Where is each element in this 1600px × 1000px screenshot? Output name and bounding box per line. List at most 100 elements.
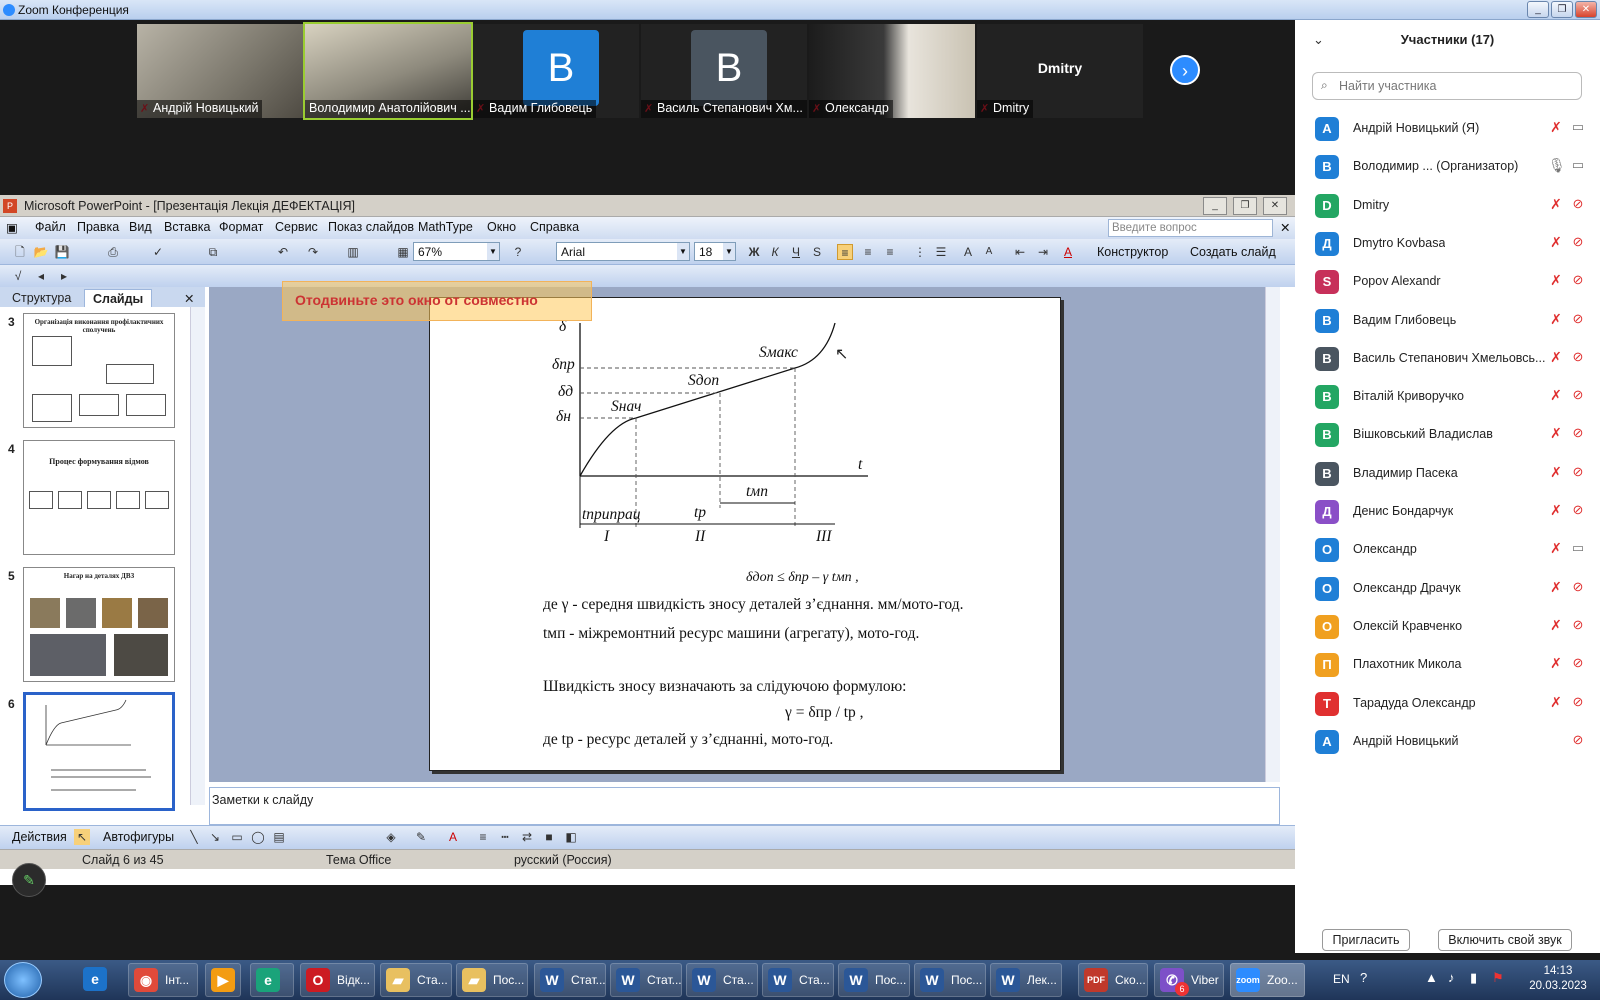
- actions-menu[interactable]: Действия: [12, 830, 67, 844]
- new-slide-button[interactable]: Создать слайд: [1190, 245, 1276, 259]
- system-clock[interactable]: 14:13 20.03.2023: [1518, 964, 1598, 994]
- menu-view[interactable]: Вид: [129, 220, 152, 234]
- mic-muted-icon[interactable]: ✗: [1548, 502, 1564, 520]
- camera-off-icon[interactable]: ⊘: [1569, 425, 1587, 443]
- menu-slideshow[interactable]: Показ слайдов: [328, 220, 414, 234]
- bold-button[interactable]: Ж: [746, 244, 762, 260]
- taskbar-item-word-7[interactable]: W Лек...: [990, 963, 1062, 997]
- zoom-select[interactable]: 67% ▼: [413, 242, 500, 261]
- participant-row[interactable]: Д Dmytro Kovbasa ✗ ⊘: [1295, 225, 1600, 263]
- mathtype-icon[interactable]: √: [10, 268, 26, 284]
- camera-off-icon[interactable]: ⊘: [1569, 349, 1587, 367]
- taskbar-item-word-6[interactable]: W Пос...: [914, 963, 986, 997]
- taskbar-item-word-1[interactable]: W Стат...: [534, 963, 606, 997]
- 3d-icon[interactable]: ◧: [563, 829, 579, 845]
- italic-button[interactable]: К: [767, 244, 783, 260]
- participant-row[interactable]: B Василь Степанович Хмельовсь... ✗ ⊘: [1295, 340, 1600, 378]
- undo-icon[interactable]: ↶: [275, 244, 291, 260]
- mic-muted-icon[interactable]: ✗: [1548, 311, 1564, 329]
- shadow-button[interactable]: S: [809, 244, 825, 260]
- line-style-icon[interactable]: ≡: [475, 829, 491, 845]
- camera-off-icon[interactable]: ⊘: [1569, 387, 1587, 405]
- participant-row[interactable]: A Андрій Новицький ⊘: [1295, 723, 1600, 761]
- language-indicator[interactable]: EN: [1333, 972, 1350, 986]
- bullets-button[interactable]: ☰: [933, 244, 949, 260]
- taskbar-item-pdf[interactable]: PDF Ско...: [1078, 963, 1148, 997]
- taskbar-item-folder-2[interactable]: ▰ Пос...: [456, 963, 528, 997]
- increase-font-button[interactable]: A: [960, 244, 976, 260]
- participant-row[interactable]: T Тарадуда Олександр ✗ ⊘: [1295, 685, 1600, 723]
- close-pane-icon[interactable]: ✕: [176, 289, 202, 307]
- mic-muted-icon[interactable]: ✗: [1548, 272, 1564, 290]
- tab-outline[interactable]: Структура: [4, 289, 79, 307]
- save-icon[interactable]: 💾: [54, 244, 70, 260]
- participant-row[interactable]: O Олексій Кравченко ✗ ⊘: [1295, 608, 1600, 646]
- slide-thumbnail-5[interactable]: Нагар на деталях ДВЗ: [23, 567, 175, 682]
- thumbs-scrollbar[interactable]: [190, 307, 205, 805]
- participant-search-input[interactable]: ⌕ Найти участника: [1312, 72, 1582, 100]
- spelling-icon[interactable]: ✓: [150, 244, 166, 260]
- mic-muted-icon[interactable]: ✗: [1548, 655, 1564, 673]
- video-tile-vadym[interactable]: B ✗ Вадим Глибовець: [473, 24, 639, 118]
- print-icon[interactable]: ⎙: [105, 244, 121, 260]
- redo-icon[interactable]: ↷: [305, 244, 321, 260]
- mic-muted-icon[interactable]: ✗: [1548, 425, 1564, 443]
- font-color-button[interactable]: A: [1060, 244, 1076, 260]
- help-icon[interactable]: ?: [1360, 970, 1367, 985]
- menu-file[interactable]: Файл: [35, 220, 66, 234]
- textbox-icon[interactable]: ▤: [271, 829, 287, 845]
- participant-row[interactable]: B Володимир ... (Организатор) 🎙 ▭: [1295, 148, 1600, 186]
- grid-icon[interactable]: ▦: [395, 244, 411, 260]
- taskbar-item-word-5[interactable]: W Пос...: [838, 963, 910, 997]
- align-right-button[interactable]: ≡: [882, 244, 898, 260]
- unmute-button[interactable]: Включить свой звук: [1438, 929, 1572, 951]
- taskbar-item-word-3[interactable]: W Ста...: [686, 963, 758, 997]
- designer-button[interactable]: Конструктор: [1097, 245, 1168, 259]
- tray-arrow-icon[interactable]: ▲: [1425, 970, 1438, 985]
- mic-muted-icon[interactable]: ✗: [1548, 349, 1564, 367]
- chart-icon[interactable]: ▥: [345, 244, 361, 260]
- arrow-style-icon[interactable]: ⇄: [519, 829, 535, 845]
- mic-icon[interactable]: 🎙: [1548, 157, 1566, 175]
- close-button[interactable]: ✕: [1575, 1, 1597, 18]
- menu-help[interactable]: Справка: [530, 220, 579, 234]
- shadow-icon[interactable]: ■: [541, 829, 557, 845]
- slide-thumbnail-6[interactable]: [23, 692, 175, 811]
- slide-scrollbar[interactable]: [1265, 287, 1280, 782]
- taskbar-item-edge[interactable]: e: [250, 963, 294, 997]
- participant-row[interactable]: B Вішковський Владислав ✗ ⊘: [1295, 416, 1600, 454]
- taskbar-item-media[interactable]: ▶: [205, 963, 241, 997]
- invite-button[interactable]: Пригласить: [1322, 929, 1410, 951]
- decrease-font-button[interactable]: A: [981, 244, 997, 260]
- participant-row[interactable]: A Андрій Новицький (Я) ✗ ▭: [1295, 110, 1600, 148]
- mic-muted-icon[interactable]: ✗: [1548, 196, 1564, 214]
- mic-muted-icon[interactable]: ✗: [1548, 579, 1564, 597]
- tab-slides[interactable]: Слайды: [84, 289, 153, 307]
- mic-muted-icon[interactable]: ✗: [1548, 387, 1564, 405]
- arrow-right-icon[interactable]: ▸: [56, 268, 72, 284]
- camera-off-icon[interactable]: ⊘: [1569, 694, 1587, 712]
- mic-muted-icon[interactable]: ✗: [1548, 694, 1564, 712]
- align-center-button[interactable]: ≡: [860, 244, 876, 260]
- video-tile-vasyl[interactable]: B ✗ Василь Степанович Хм...: [641, 24, 807, 118]
- participant-row[interactable]: B Владимир Пасека ✗ ⊘: [1295, 455, 1600, 493]
- close-doc-icon[interactable]: ✕: [1280, 220, 1290, 235]
- camera-off-icon[interactable]: ⊘: [1569, 196, 1587, 214]
- ie-button[interactable]: e: [78, 963, 118, 997]
- fill-color-icon[interactable]: ◈: [383, 829, 399, 845]
- copy-icon[interactable]: ⧉: [205, 244, 221, 260]
- mic-muted-icon[interactable]: ✗: [1548, 119, 1564, 137]
- taskbar-item-opera[interactable]: O Відк...: [300, 963, 375, 997]
- camera-off-icon[interactable]: ⊘: [1569, 579, 1587, 597]
- decrease-indent-button[interactable]: ⇤: [1012, 244, 1028, 260]
- participant-row[interactable]: Д Денис Бондарчук ✗ ⊘: [1295, 493, 1600, 531]
- menu-window[interactable]: Окно: [487, 220, 516, 234]
- oval-icon[interactable]: ◯: [250, 829, 266, 845]
- ppt-restore-button[interactable]: ❐: [1233, 197, 1257, 215]
- participant-row[interactable]: П Плахотник Микола ✗ ⊘: [1295, 646, 1600, 684]
- menu-edit[interactable]: Правка: [77, 220, 119, 234]
- font-size-select[interactable]: 18 ▼: [694, 242, 736, 261]
- camera-off-icon[interactable]: ⊘: [1569, 311, 1587, 329]
- participant-row[interactable]: D Dmitry ✗ ⊘: [1295, 187, 1600, 225]
- line-icon[interactable]: ╲: [186, 829, 202, 845]
